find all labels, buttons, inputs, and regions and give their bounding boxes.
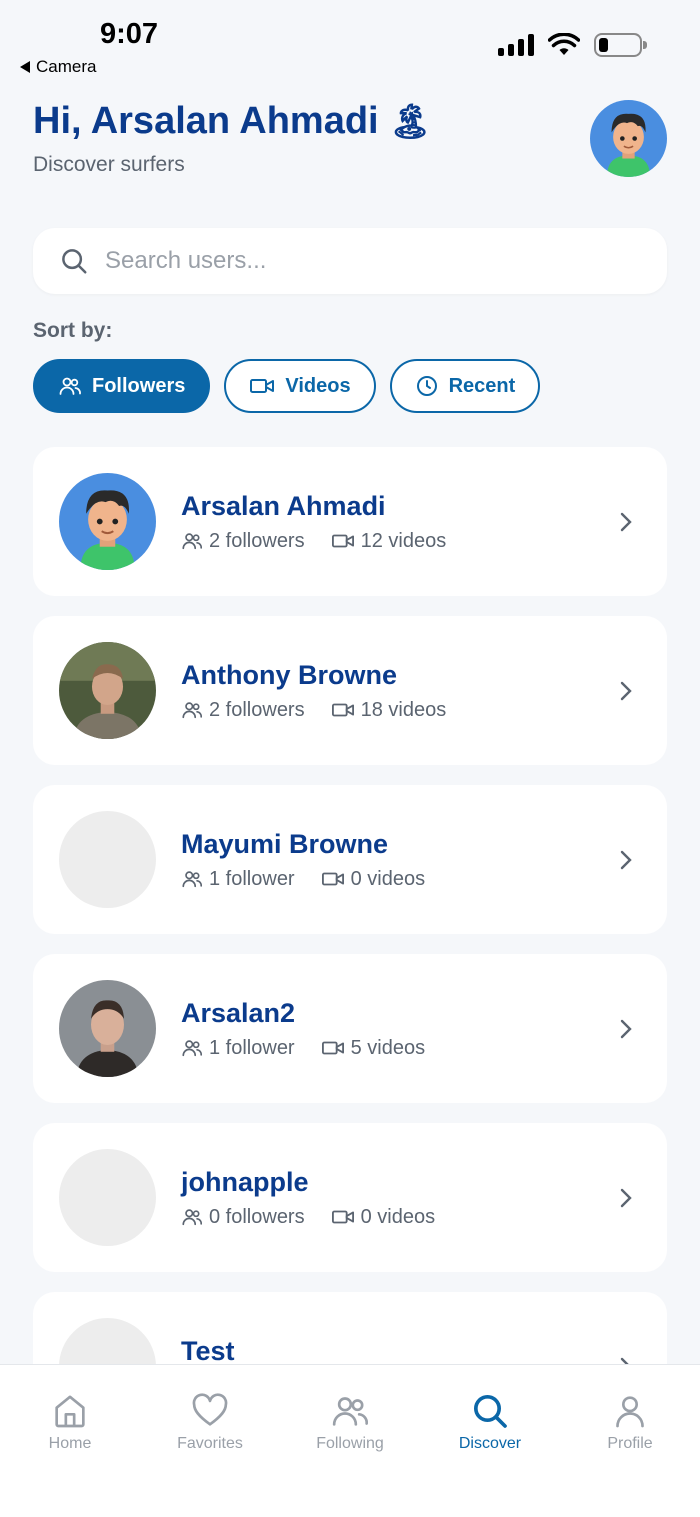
video-count: 5 videos bbox=[350, 1036, 426, 1059]
users-icon bbox=[332, 1397, 369, 1426]
video-icon bbox=[331, 703, 354, 717]
follower-count: 2 followers bbox=[209, 698, 305, 721]
avatar bbox=[59, 473, 156, 570]
user-name: Mayumi Browne bbox=[181, 828, 389, 859]
user-name: Arsalan2 bbox=[181, 997, 296, 1028]
sort-recent-button[interactable]: Recent bbox=[389, 359, 541, 413]
users-icon bbox=[182, 1040, 202, 1057]
sort-videos-button[interactable]: Videos bbox=[224, 359, 376, 413]
user-list: Arsalan Ahmadi 2 followers 12 videos Ant… bbox=[33, 447, 667, 1461]
users-icon bbox=[182, 533, 202, 550]
video-icon bbox=[321, 872, 344, 886]
user-name: Arsalan Ahmadi bbox=[181, 490, 386, 521]
sort-recent-label: Recent bbox=[448, 374, 516, 397]
search-icon bbox=[474, 1395, 507, 1428]
search-bar[interactable] bbox=[33, 228, 667, 294]
video-icon bbox=[250, 379, 275, 393]
tab-home-label: Home bbox=[48, 1435, 92, 1452]
video-count: 0 videos bbox=[350, 867, 426, 890]
battery-icon bbox=[594, 33, 647, 57]
cartoon-avatar-icon bbox=[59, 473, 156, 570]
avatar bbox=[59, 642, 156, 739]
search-input[interactable] bbox=[105, 247, 625, 275]
tab-favorites[interactable]: Favorites bbox=[140, 1365, 280, 1517]
status-icons bbox=[498, 33, 647, 57]
tab-discover[interactable]: Discover bbox=[420, 1365, 560, 1517]
sort-videos-label: Videos bbox=[285, 374, 351, 397]
avatar-placeholder bbox=[59, 1149, 156, 1246]
heart-icon bbox=[192, 1393, 228, 1426]
video-count: 18 videos bbox=[360, 698, 447, 721]
clock-icon bbox=[416, 376, 437, 396]
video-count: 12 videos bbox=[360, 529, 447, 552]
avatar bbox=[59, 980, 156, 1077]
video-icon bbox=[331, 534, 354, 548]
avatar-placeholder bbox=[59, 811, 156, 908]
bottom-tab-bar: Home Favorites Following Discover Profil… bbox=[0, 1364, 700, 1517]
user-name: johnapple bbox=[181, 1166, 309, 1197]
users-icon bbox=[182, 1209, 202, 1226]
chevron-right-icon bbox=[620, 850, 632, 869]
tab-profile-label: Profile bbox=[607, 1435, 653, 1452]
user-name: Test bbox=[181, 1336, 235, 1366]
sort-label: Sort by: bbox=[33, 319, 113, 342]
users-icon bbox=[182, 871, 202, 888]
user-card[interactable]: Anthony Browne 2 followers 18 videos bbox=[33, 616, 667, 765]
follower-count: 1 follower bbox=[209, 1036, 295, 1059]
photo-avatar-icon bbox=[59, 642, 156, 739]
page-subtitle: Discover surfers bbox=[33, 153, 185, 176]
sort-followers-label: Followers bbox=[92, 374, 186, 397]
user-name: Anthony Browne bbox=[181, 659, 397, 690]
profile-icon bbox=[616, 1396, 644, 1428]
follower-count: 1 follower bbox=[209, 867, 295, 890]
follower-count: 0 followers bbox=[209, 1205, 305, 1228]
video-icon bbox=[321, 1041, 344, 1055]
tab-favorites-label: Favorites bbox=[177, 1435, 243, 1452]
chevron-right-icon bbox=[620, 512, 632, 531]
user-card[interactable]: Arsalan2 1 follower 5 videos bbox=[33, 954, 667, 1103]
greeting-text: Hi, Arsalan Ahmadi bbox=[33, 100, 379, 142]
back-arrow-icon bbox=[20, 61, 30, 73]
search-icon bbox=[62, 249, 87, 274]
tab-home[interactable]: Home bbox=[0, 1365, 140, 1517]
tab-following-label: Following bbox=[316, 1435, 384, 1452]
sort-options: Followers Videos Recent bbox=[33, 359, 541, 413]
video-count: 0 videos bbox=[360, 1205, 436, 1228]
back-to-camera-link[interactable]: Camera bbox=[20, 57, 96, 77]
page-title: Hi, Arsalan Ahmadi 🏝 bbox=[33, 100, 432, 143]
chevron-right-icon bbox=[620, 1188, 632, 1207]
header-avatar[interactable] bbox=[590, 100, 667, 177]
follower-count: 2 followers bbox=[209, 529, 305, 552]
users-icon bbox=[182, 702, 202, 719]
wifi-icon bbox=[548, 33, 580, 55]
cellular-signal-icon bbox=[498, 34, 534, 56]
tab-profile[interactable]: Profile bbox=[560, 1365, 700, 1517]
user-card[interactable]: Arsalan Ahmadi 2 followers 12 videos bbox=[33, 447, 667, 596]
chevron-right-icon bbox=[620, 681, 632, 700]
user-card[interactable]: Mayumi Browne 1 follower 0 videos bbox=[33, 785, 667, 934]
status-time: 9:07 bbox=[100, 18, 159, 50]
photo-avatar-icon bbox=[59, 980, 156, 1077]
tab-discover-label: Discover bbox=[458, 1435, 522, 1452]
user-card[interactable]: johnapple 0 followers 0 videos bbox=[33, 1123, 667, 1272]
tab-following[interactable]: Following bbox=[280, 1365, 420, 1517]
chevron-right-icon bbox=[620, 1019, 632, 1038]
home-icon bbox=[55, 1395, 85, 1428]
sort-followers-button[interactable]: Followers bbox=[33, 359, 211, 413]
back-label: Camera bbox=[36, 57, 97, 76]
cartoon-avatar-icon bbox=[590, 100, 667, 177]
users-icon bbox=[59, 377, 81, 395]
video-icon bbox=[331, 1210, 354, 1224]
island-emoji-icon: 🏝 bbox=[388, 102, 432, 141]
